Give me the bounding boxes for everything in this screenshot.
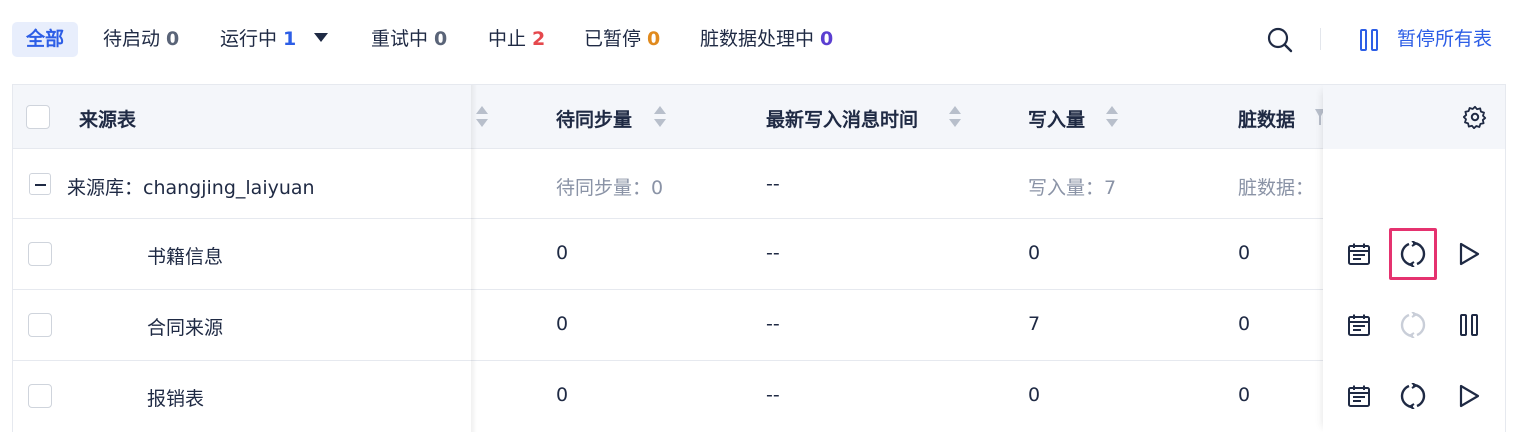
group-pending-sync: 待同步量：0 xyxy=(556,177,664,199)
group-row: 来源库：changjing_laiyuan 待同步量：0 -- 写入量：7 脏数… xyxy=(13,149,1505,219)
pause-button[interactable] xyxy=(1445,299,1493,351)
refresh-icon xyxy=(1400,241,1426,267)
calendar-icon xyxy=(1348,385,1370,407)
start-button[interactable] xyxy=(1445,370,1493,422)
row-checkbox[interactable] xyxy=(28,242,52,266)
filter-tab-paused[interactable]: 已暂停 0 xyxy=(584,22,660,57)
group-written: 写入量：7 xyxy=(1028,177,1117,199)
column-header-source: 来源表 xyxy=(79,109,137,131)
row-written: 0 xyxy=(1028,242,1041,264)
filter-count: 0 xyxy=(820,28,834,50)
settings-icon[interactable] xyxy=(1463,105,1487,129)
row-pending-sync: 0 xyxy=(556,242,569,264)
row-dirty: 0 xyxy=(1238,313,1251,335)
play-icon xyxy=(1459,384,1480,408)
schedule-button[interactable] xyxy=(1335,299,1383,351)
resync-button[interactable] xyxy=(1389,370,1437,422)
row-checkbox[interactable] xyxy=(28,384,52,408)
sort-icon[interactable] xyxy=(1106,106,1118,128)
filter-tab-all-label: 全部 xyxy=(26,28,65,50)
calendar-icon xyxy=(1348,243,1370,265)
row-source-table: 合同来源 xyxy=(147,317,224,339)
group-actions-cell xyxy=(1323,149,1505,219)
filter-count: 0 xyxy=(166,28,180,50)
table-row[interactable]: 书籍信息 0 -- 0 0 xyxy=(13,219,1505,290)
row-pending-sync: 0 xyxy=(556,384,569,406)
table-row[interactable]: 报销表 0 -- 0 0 xyxy=(13,361,1505,432)
filter-tab-label: 脏数据处理中 xyxy=(700,28,815,50)
column-header-dirty: 脏数据 xyxy=(1238,109,1296,131)
refresh-icon xyxy=(1400,383,1426,409)
row-source-table: 报销表 xyxy=(147,388,205,410)
play-icon xyxy=(1459,242,1480,266)
filter-tab-label: 重试中 xyxy=(371,28,429,50)
resync-button[interactable] xyxy=(1389,228,1437,280)
row-actions xyxy=(1323,290,1505,361)
filter-tab-running[interactable]: 运行中 1 xyxy=(220,22,329,57)
row-dirty: 0 xyxy=(1238,242,1251,264)
refresh-icon xyxy=(1400,312,1426,338)
start-button[interactable] xyxy=(1445,228,1493,280)
select-all-checkbox[interactable] xyxy=(26,105,50,129)
column-header-pending-sync: 待同步量 xyxy=(556,109,633,131)
fixed-column-shadow xyxy=(471,85,477,432)
search-icon[interactable] xyxy=(1266,26,1294,54)
filter-tab-dirty[interactable]: 脏数据处理中 0 xyxy=(700,22,833,57)
toolbar-divider xyxy=(1320,28,1321,50)
collapse-toggle-icon[interactable] xyxy=(29,173,51,195)
pause-all-button[interactable]: 暂停所有表 xyxy=(1358,22,1492,57)
row-latest-write: -- xyxy=(766,242,780,264)
row-checkbox[interactable] xyxy=(28,313,52,337)
filter-tab-label: 中止 xyxy=(488,28,527,50)
filter-count: 0 xyxy=(647,28,661,50)
group-latest-write: -- xyxy=(766,173,780,195)
row-actions xyxy=(1323,219,1505,290)
schedule-button[interactable] xyxy=(1335,228,1383,280)
filter-tab-pending[interactable]: 待启动 0 xyxy=(103,22,179,57)
pause-icon xyxy=(1360,29,1378,51)
row-written: 7 xyxy=(1028,313,1041,335)
filter-tab-stopped[interactable]: 中止 2 xyxy=(488,22,545,57)
sort-icon[interactable] xyxy=(654,106,666,128)
row-pending-sync: 0 xyxy=(556,313,569,335)
filter-tab-all[interactable]: 全部 xyxy=(12,22,79,57)
row-written: 0 xyxy=(1028,384,1041,406)
filter-tab-retrying[interactable]: 重试中 0 xyxy=(371,22,447,57)
calendar-icon xyxy=(1348,314,1370,336)
row-dirty: 0 xyxy=(1238,384,1251,406)
group-source-db: 来源库：changjing_laiyuan xyxy=(67,177,315,199)
row-source-table: 书籍信息 xyxy=(147,246,224,268)
table-header: 来源表 待同步量 最新写入消息时间 写入量 脏数据 xyxy=(13,85,1505,149)
sort-icon[interactable] xyxy=(476,106,488,128)
row-actions xyxy=(1323,361,1505,432)
resync-button-disabled xyxy=(1389,299,1437,351)
chevron-down-icon[interactable] xyxy=(314,33,329,42)
pause-icon xyxy=(1460,314,1478,336)
filter-count: 1 xyxy=(283,28,297,50)
row-latest-write: -- xyxy=(766,313,780,335)
filter-count: 2 xyxy=(532,28,546,50)
sync-table: 来源表 待同步量 最新写入消息时间 写入量 脏数据 来源库：changjing_… xyxy=(12,84,1506,432)
column-header-latest-write: 最新写入消息时间 xyxy=(766,109,919,131)
column-header-written: 写入量 xyxy=(1028,109,1086,131)
filter-tab-label: 待启动 xyxy=(103,28,161,50)
filter-tab-label: 已暂停 xyxy=(584,28,642,50)
group-dirty: 脏数据： xyxy=(1238,177,1315,199)
table-row[interactable]: 合同来源 0 -- 7 0 xyxy=(13,290,1505,361)
filter-tab-label: 运行中 xyxy=(220,28,278,50)
sort-icon[interactable] xyxy=(949,106,961,128)
row-latest-write: -- xyxy=(766,384,780,406)
schedule-button[interactable] xyxy=(1335,370,1383,422)
pause-all-label: 暂停所有表 xyxy=(1397,28,1493,50)
status-filter-bar: 全部 待启动 0 运行中 1 重试中 0 中止 2 已暂停 0 脏数据处理中 0 暂停所有表 xyxy=(0,0,1521,78)
filter-count: 0 xyxy=(434,28,448,50)
